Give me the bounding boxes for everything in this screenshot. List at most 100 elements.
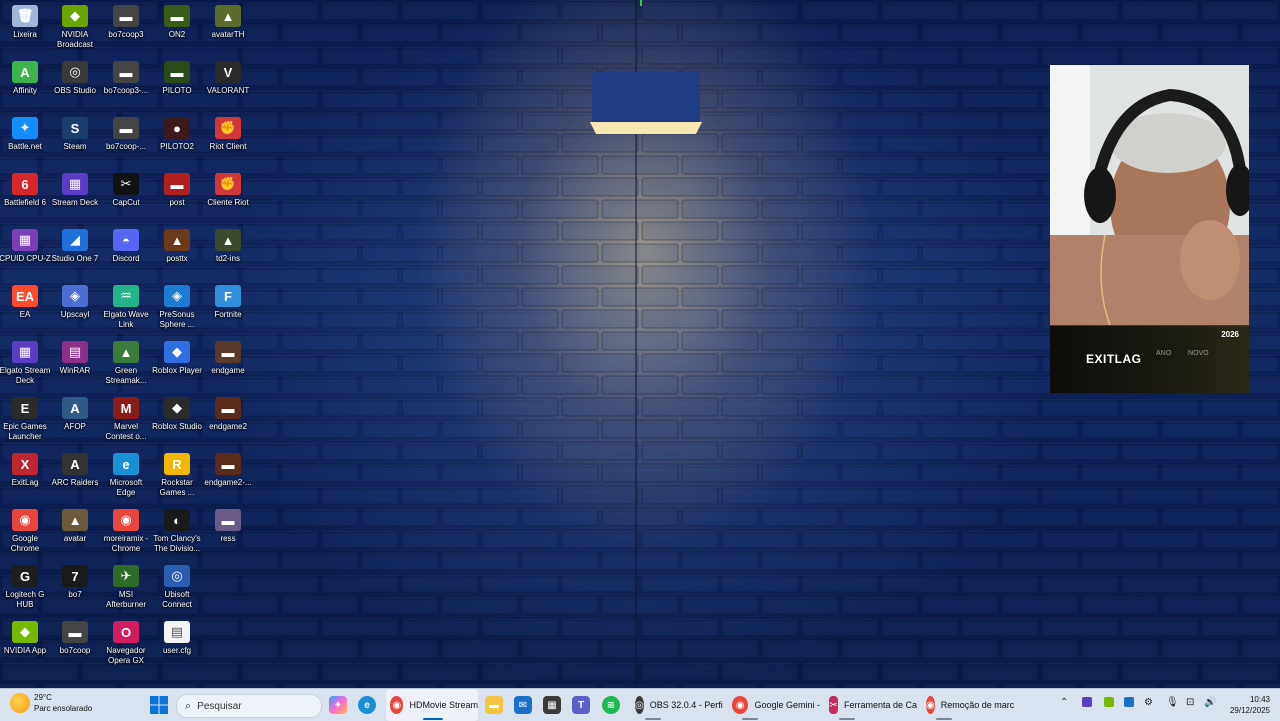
windows-logo-icon [150, 696, 168, 714]
desktop-icon-battle-net[interactable]: ✦ Battle.net [0, 117, 50, 152]
show-hidden-icons-chevron-icon[interactable]: ⌃ [1060, 697, 1068, 708]
desktop-icon-nvidia-app[interactable]: ◆ NVIDIA App [0, 621, 50, 656]
desktop-icon-ress[interactable]: ▬ ress [203, 509, 253, 544]
desktop-icon-roblox-studio[interactable]: ◆ Roblox Studio [152, 397, 202, 432]
desktop-icon-on2[interactable]: ▬ ON2 [152, 5, 202, 40]
settings-tray-icon[interactable]: ⚙ [1144, 697, 1153, 708]
desktop-icon-label: Marvel Contest o... [105, 422, 147, 441]
desktop-icon-affinity[interactable]: A Affinity [0, 61, 50, 96]
desktop-icon-label: moreiramix - Chrome [103, 534, 149, 553]
desktop-icon-green-streamak[interactable]: ▲ Green Streamak... [101, 341, 151, 386]
desktop-icon-msi-afterburner[interactable]: ✈ MSI Afterburner [101, 565, 151, 610]
file-explorer-button[interactable]: ▬ [485, 689, 503, 721]
desktop-icon-ubisoft-connect[interactable]: ◎ Ubisoft Connect [152, 565, 202, 610]
desktop-icon-label: avatarTH [211, 30, 245, 39]
spotify-button[interactable]: ≋ [602, 689, 620, 721]
desktop-icon-endgame2[interactable]: ▬ endgame2 [203, 397, 253, 432]
desktop-icon-exitlag[interactable]: X ExitLag [0, 453, 50, 488]
weather-widget[interactable]: 29°C Parc ensolarado [10, 692, 92, 714]
desktop-icon-ea[interactable]: EA EA [0, 285, 50, 320]
desktop-icon-bo7coop3[interactable]: ▬ bo7coop3-... [101, 61, 151, 96]
desktop-icon-tom-clancy-s-the-divisio[interactable]: ◐ Tom Clancy's The Divisio... [152, 509, 202, 554]
desktop-icon-elgato-wave-link[interactable]: ♒ Elgato Wave Link [101, 285, 151, 330]
desktop-icon-riot-client[interactable]: ✊ Riot Client [203, 117, 253, 152]
desktop-icon-label: NVIDIA App [3, 646, 47, 655]
desktop-icon-valorant[interactable]: V VALORANT [203, 61, 253, 96]
taskbar-app-3[interactable]: ◉ Google Gemini - [728, 689, 820, 721]
desktop-icon-cliente-riot[interactable]: ✊ Cliente Riot [203, 173, 253, 208]
desktop-icon-arc-raiders[interactable]: A ARC Raiders [50, 453, 100, 488]
taskbar-app-label: Remoção de marc [940, 700, 1014, 710]
desktop-icon-studio-one-7[interactable]: ◢ Studio One 7 [50, 229, 100, 264]
desktop-icon-presonus-sphere[interactable]: ◈ PreSonus Sphere ... [152, 285, 202, 330]
taskbar-app-4[interactable]: ✂ Ferramenta de Ca [825, 689, 917, 721]
desktop-icon-elgato-stream-deck[interactable]: ▦ Elgato Stream Deck [0, 341, 50, 386]
chrome-icon: ◉ [12, 509, 38, 531]
desktop-icon-steam[interactable]: S Steam [50, 117, 100, 152]
taskbar-app-2[interactable]: ◎ OBS 32.0.4 - Perfil [631, 689, 723, 721]
desktop-icon-bo7coop[interactable]: ▬ bo7coop-... [101, 117, 151, 152]
desktop-icon-posttx[interactable]: ▲ posttx [152, 229, 202, 264]
desktop-icon-nvidia-broadcast[interactable]: ◆ NVIDIA Broadcast [50, 5, 100, 50]
folder-icon: ▬ [485, 696, 503, 714]
battlenet-icon: ✦ [12, 117, 38, 139]
desktop-icon-piloto[interactable]: ▬ PILOTO [152, 61, 202, 96]
desktop-icon-label: PILOTO2 [160, 142, 194, 151]
desktop-icon-capcut[interactable]: ✂ CapCut [101, 173, 151, 208]
desktop-icon-microsoft-edge[interactable]: e Microsoft Edge [101, 453, 151, 498]
taskbar-search-box[interactable]: ⌕ Pesquisar [176, 694, 322, 718]
defender-tray-icon[interactable] [1124, 697, 1134, 710]
desktop-icon-rockstar-games[interactable]: R Rockstar Games ... [152, 453, 202, 498]
desktop-icon-td2-ins[interactable]: ▲ td2-ins [203, 229, 253, 264]
desktop-icon-discord[interactable]: ◓ Discord [101, 229, 151, 264]
taskbar-app-5[interactable]: ◉ Remoção de marc [922, 689, 1014, 721]
desktop-icon-post[interactable]: ▬ post [152, 173, 202, 208]
desktop-icon-stream-deck[interactable]: ▦ Stream Deck [50, 173, 100, 208]
nvidia-tray-icon[interactable] [1104, 697, 1114, 710]
desktop-icon-label: OBS Studio [54, 86, 96, 95]
desktop-icon-avatarth[interactable]: ▲ avatarTH [203, 5, 253, 40]
desktop-icon-epic-games-launcher[interactable]: E Epic Games Launcher [0, 397, 50, 442]
volume-icon[interactable]: 🔊 [1204, 697, 1216, 708]
wifi-icon[interactable]: ⊡ [1186, 697, 1194, 708]
desktop-icon-fortnite[interactable]: F Fortnite [203, 285, 253, 320]
desktop-icon-piloto2[interactable]: ● PILOTO2 [152, 117, 202, 152]
desktop-icon-bo7[interactable]: 7 bo7 [50, 565, 100, 600]
desktop-icon-marvel-contest-o[interactable]: M Marvel Contest o... [101, 397, 151, 442]
desktop-icon-bo7coop3[interactable]: ▬ bo7coop3 [101, 5, 151, 40]
desktop-icon-endgame2[interactable]: ▬ endgame2-... [203, 453, 253, 488]
desktop-icon-afop[interactable]: A AFOP [50, 397, 100, 432]
teams-button[interactable]: T [572, 689, 590, 721]
edge-taskbar-button[interactable]: e [358, 689, 376, 721]
outlook-button[interactable]: ✉ [514, 689, 532, 721]
desktop-icon-lixeira[interactable]: 🗑 Lixeira [0, 5, 50, 40]
taskbar-clock[interactable]: 10:43 29/12/2025 [1230, 694, 1270, 716]
desktop-icon-navegador-opera-gx[interactable]: O Navegador Opera GX [101, 621, 151, 666]
webcam-banner: EXITLAG ANO NOVO 2026 [1050, 325, 1249, 393]
copilot-button[interactable]: ✦ [329, 689, 347, 721]
desktop-icon-user-cfg[interactable]: ▤ user.cfg [152, 621, 202, 656]
stream-deck-tray-icon[interactable] [1082, 697, 1092, 710]
desktop-icon-label: WinRAR [59, 366, 91, 375]
riot-icon: ✊ [215, 173, 241, 195]
desktop-icon-bo7coop[interactable]: ▬ bo7coop [50, 621, 100, 656]
taskbar-app-label: Ferramenta de Ca [843, 700, 917, 710]
microphone-icon[interactable]: 🎙 [1166, 697, 1179, 708]
desktop-icon-endgame[interactable]: ▬ endgame [203, 341, 253, 376]
desktop-icon-moreiramix-chrome[interactable]: ◉ moreiramix - Chrome [101, 509, 151, 554]
desktop-icon-label: CPUID CPU-Z [0, 254, 51, 263]
desktop-icon-upscayl[interactable]: ◈ Upscayl [50, 285, 100, 320]
desktop-icon-google-chrome[interactable]: ◉ Google Chrome [0, 509, 50, 554]
store-button[interactable]: ▦ [543, 689, 561, 721]
desktop-icon-avatar[interactable]: ▲ avatar [50, 509, 100, 544]
desktop-icon-winrar[interactable]: ▤ WinRAR [50, 341, 100, 376]
taskbar-app-1[interactable]: ◉ HDMovie Stream [386, 689, 478, 721]
desktop-icon-label: Google Chrome [10, 534, 40, 553]
desktop-icon-battlefield-6[interactable]: 6 Battlefield 6 [0, 173, 50, 208]
desktop-icon-roblox-player[interactable]: ◆ Roblox Player [152, 341, 202, 376]
search-placeholder: Pesquisar [197, 700, 242, 712]
desktop-icon-logitech-g-hub[interactable]: G Logitech G HUB [0, 565, 50, 610]
desktop-icon-cpuid-cpu-z[interactable]: ▦ CPUID CPU-Z [0, 229, 51, 264]
start-button[interactable] [150, 689, 168, 721]
desktop-icon-obs-studio[interactable]: ◎ OBS Studio [50, 61, 100, 96]
